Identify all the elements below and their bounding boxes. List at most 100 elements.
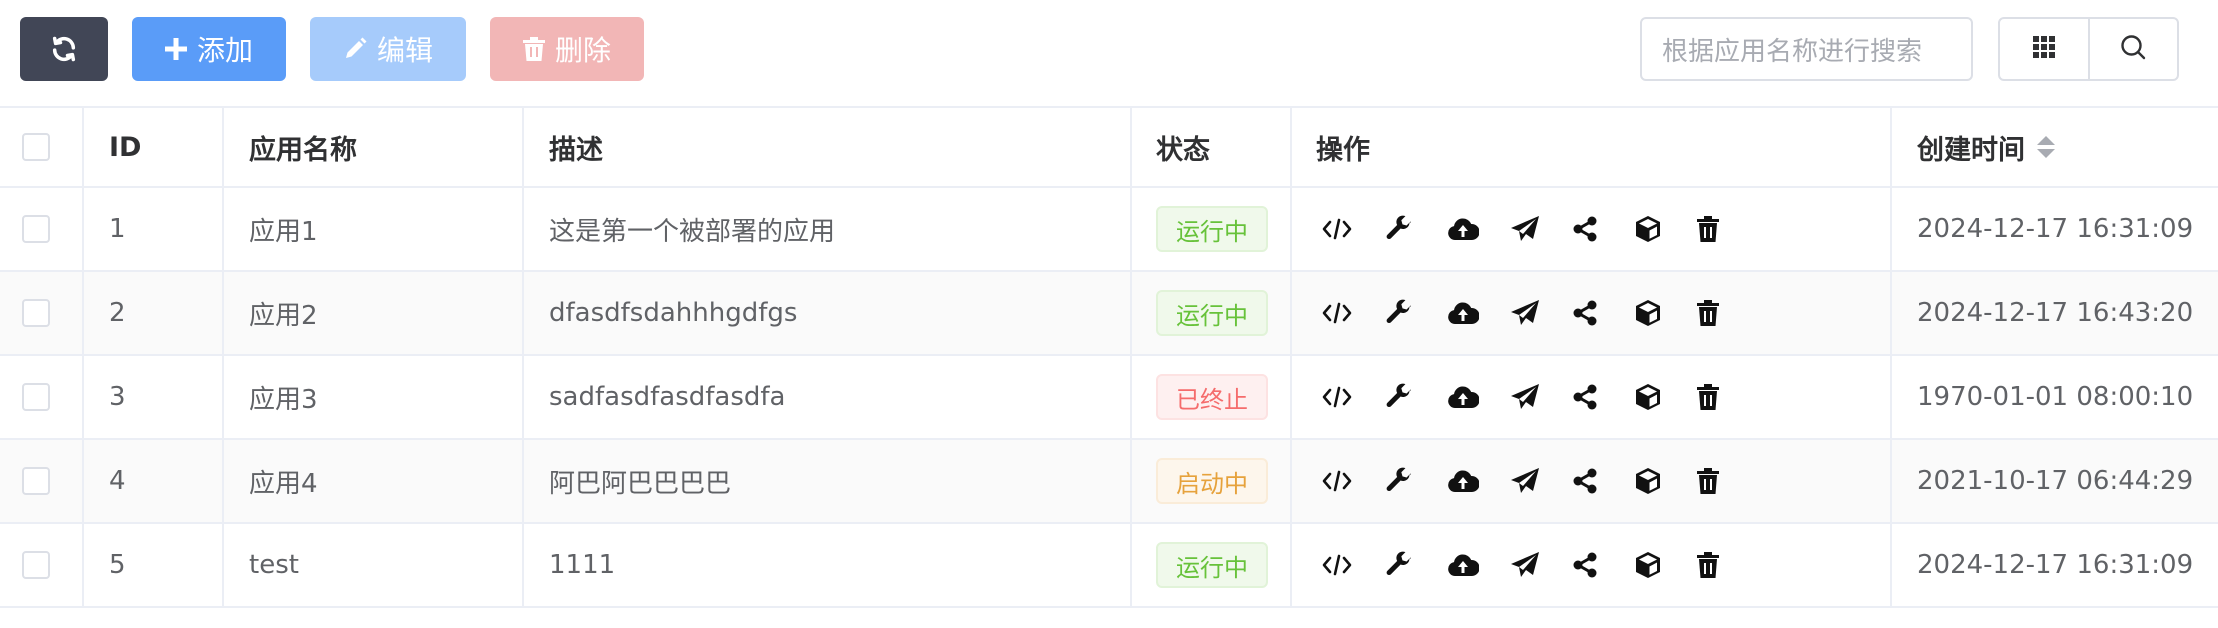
status-badge: 启动中 [1156,458,1268,504]
cell-created-at: 2024-12-17 16:31:09 [1917,550,2194,580]
row-checkbox[interactable] [22,551,50,579]
cell-actions [1292,524,1892,606]
box-icon[interactable] [1635,293,1698,333]
send-icon[interactable] [1510,293,1573,333]
refresh-button[interactable] [20,17,108,81]
table-row[interactable]: 4 应用4 阿巴阿巴巴巴巴 启动中 2021-10-17 06:44:29 [0,440,2218,524]
header-status: 状态 [1132,108,1292,186]
cell-name: test [224,524,524,606]
share-icon[interactable] [1572,209,1635,249]
table-row[interactable]: 2 应用2 dfasdfsdahhhgdfgs 运行中 2024-12-17 16:43… [0,272,2218,356]
share-icon[interactable] [1572,461,1635,501]
box-icon[interactable] [1635,461,1698,501]
send-icon[interactable] [1510,461,1573,501]
wrench-icon[interactable] [1385,209,1448,249]
action-icons [1292,209,1760,249]
grid-view-button[interactable] [2000,19,2088,79]
row-select-cell [0,440,84,522]
grid-icon [2032,36,2055,62]
box-icon[interactable] [1635,209,1698,249]
add-button-label: 添加 [196,34,253,67]
table-row[interactable]: 5 test 1111 运行中 2024-12-17 16:31:09 [0,524,2218,608]
search-icon [2120,34,2146,64]
cell-actions [1292,272,1892,354]
wrench-icon[interactable] [1385,545,1448,585]
send-icon[interactable] [1510,545,1573,585]
add-button[interactable]: 添加 [132,17,286,81]
code-icon[interactable] [1322,377,1385,417]
select-all-checkbox[interactable] [22,133,50,161]
cell-description: 这是第一个被部署的应用 [524,188,1132,270]
refresh-icon [50,35,78,63]
share-icon[interactable] [1572,545,1635,585]
status-badge: 运行中 [1156,206,1268,252]
header-description: 描述 [524,108,1132,186]
code-icon[interactable] [1322,461,1385,501]
box-icon[interactable] [1635,545,1698,585]
cell-id: 4 [84,440,224,522]
action-icons [1292,377,1760,417]
row-select-cell [0,272,84,354]
share-icon[interactable] [1572,377,1635,417]
row-select-cell [0,356,84,438]
header-created-at[interactable]: 创建时间 [1892,108,2218,186]
wrench-icon[interactable] [1385,377,1448,417]
cell-actions [1292,440,1892,522]
row-checkbox[interactable] [22,299,50,327]
search-input[interactable]: 根据应用名称进行搜索 [1640,17,1973,81]
cloud-upload-icon[interactable] [1447,377,1510,417]
cloud-upload-icon[interactable] [1447,545,1510,585]
select-all-cell [0,108,84,186]
cell-created-at: 1970-01-01 08:00:10 [1917,382,2194,412]
table-header-row: ID 应用名称 描述 状态 操作 创建时间 [0,108,2218,188]
header-name: 应用名称 [224,108,524,186]
toolbar: 添加 编辑 删除 根据应用名称进行搜索 [0,0,2218,106]
row-checkbox[interactable] [22,383,50,411]
cell-description: dfasdfsdahhhgdfgs [524,272,1132,354]
send-icon[interactable] [1510,377,1573,417]
header-id: ID [84,108,224,186]
cell-actions [1292,188,1892,270]
cell-id: 5 [84,524,224,606]
delete-button[interactable]: 删除 [490,17,644,81]
cell-id: 3 [84,356,224,438]
search-button[interactable] [2087,19,2178,79]
cloud-upload-icon[interactable] [1447,293,1510,333]
code-icon[interactable] [1322,293,1385,333]
box-icon[interactable] [1635,377,1698,417]
cell-name: 应用3 [224,356,524,438]
sort-icon[interactable] [2037,136,2055,158]
row-checkbox[interactable] [22,215,50,243]
header-created-at-label: 创建时间 [1917,134,2025,166]
wrench-icon[interactable] [1385,461,1448,501]
action-icons [1292,293,1760,333]
cloud-upload-icon[interactable] [1447,461,1510,501]
cell-status: 启动中 [1132,440,1292,522]
trash-icon[interactable] [1697,461,1760,501]
plus-icon [164,38,187,60]
table-row[interactable]: 1 应用1 这是第一个被部署的应用 运行中 2024-12-17 16:31:09 [0,188,2218,272]
edit-button[interactable]: 编辑 [310,17,466,81]
trash-icon[interactable] [1697,545,1760,585]
row-checkbox[interactable] [22,467,50,495]
cell-name: 应用2 [224,272,524,354]
delete-button-label: 删除 [554,34,611,67]
table-row[interactable]: 3 应用3 sadfasdfasdfasdfa 已终止 1970-01-01 08:00… [0,356,2218,440]
trash-icon[interactable] [1697,209,1760,249]
cell-actions [1292,356,1892,438]
cell-status: 运行中 [1132,524,1292,606]
cell-description: 阿巴阿巴巴巴巴 [524,440,1132,522]
cell-id: 1 [84,188,224,270]
cell-description: 1111 [524,524,1132,606]
trash-icon[interactable] [1697,377,1760,417]
share-icon[interactable] [1572,293,1635,333]
code-icon[interactable] [1322,545,1385,585]
status-badge: 运行中 [1156,542,1268,588]
send-icon[interactable] [1510,209,1573,249]
cell-created-at: 2024-12-17 16:31:09 [1917,214,2194,244]
code-icon[interactable] [1322,209,1385,249]
cloud-upload-icon[interactable] [1447,209,1510,249]
trash-icon[interactable] [1697,293,1760,333]
cell-status: 运行中 [1132,272,1292,354]
wrench-icon[interactable] [1385,293,1448,333]
